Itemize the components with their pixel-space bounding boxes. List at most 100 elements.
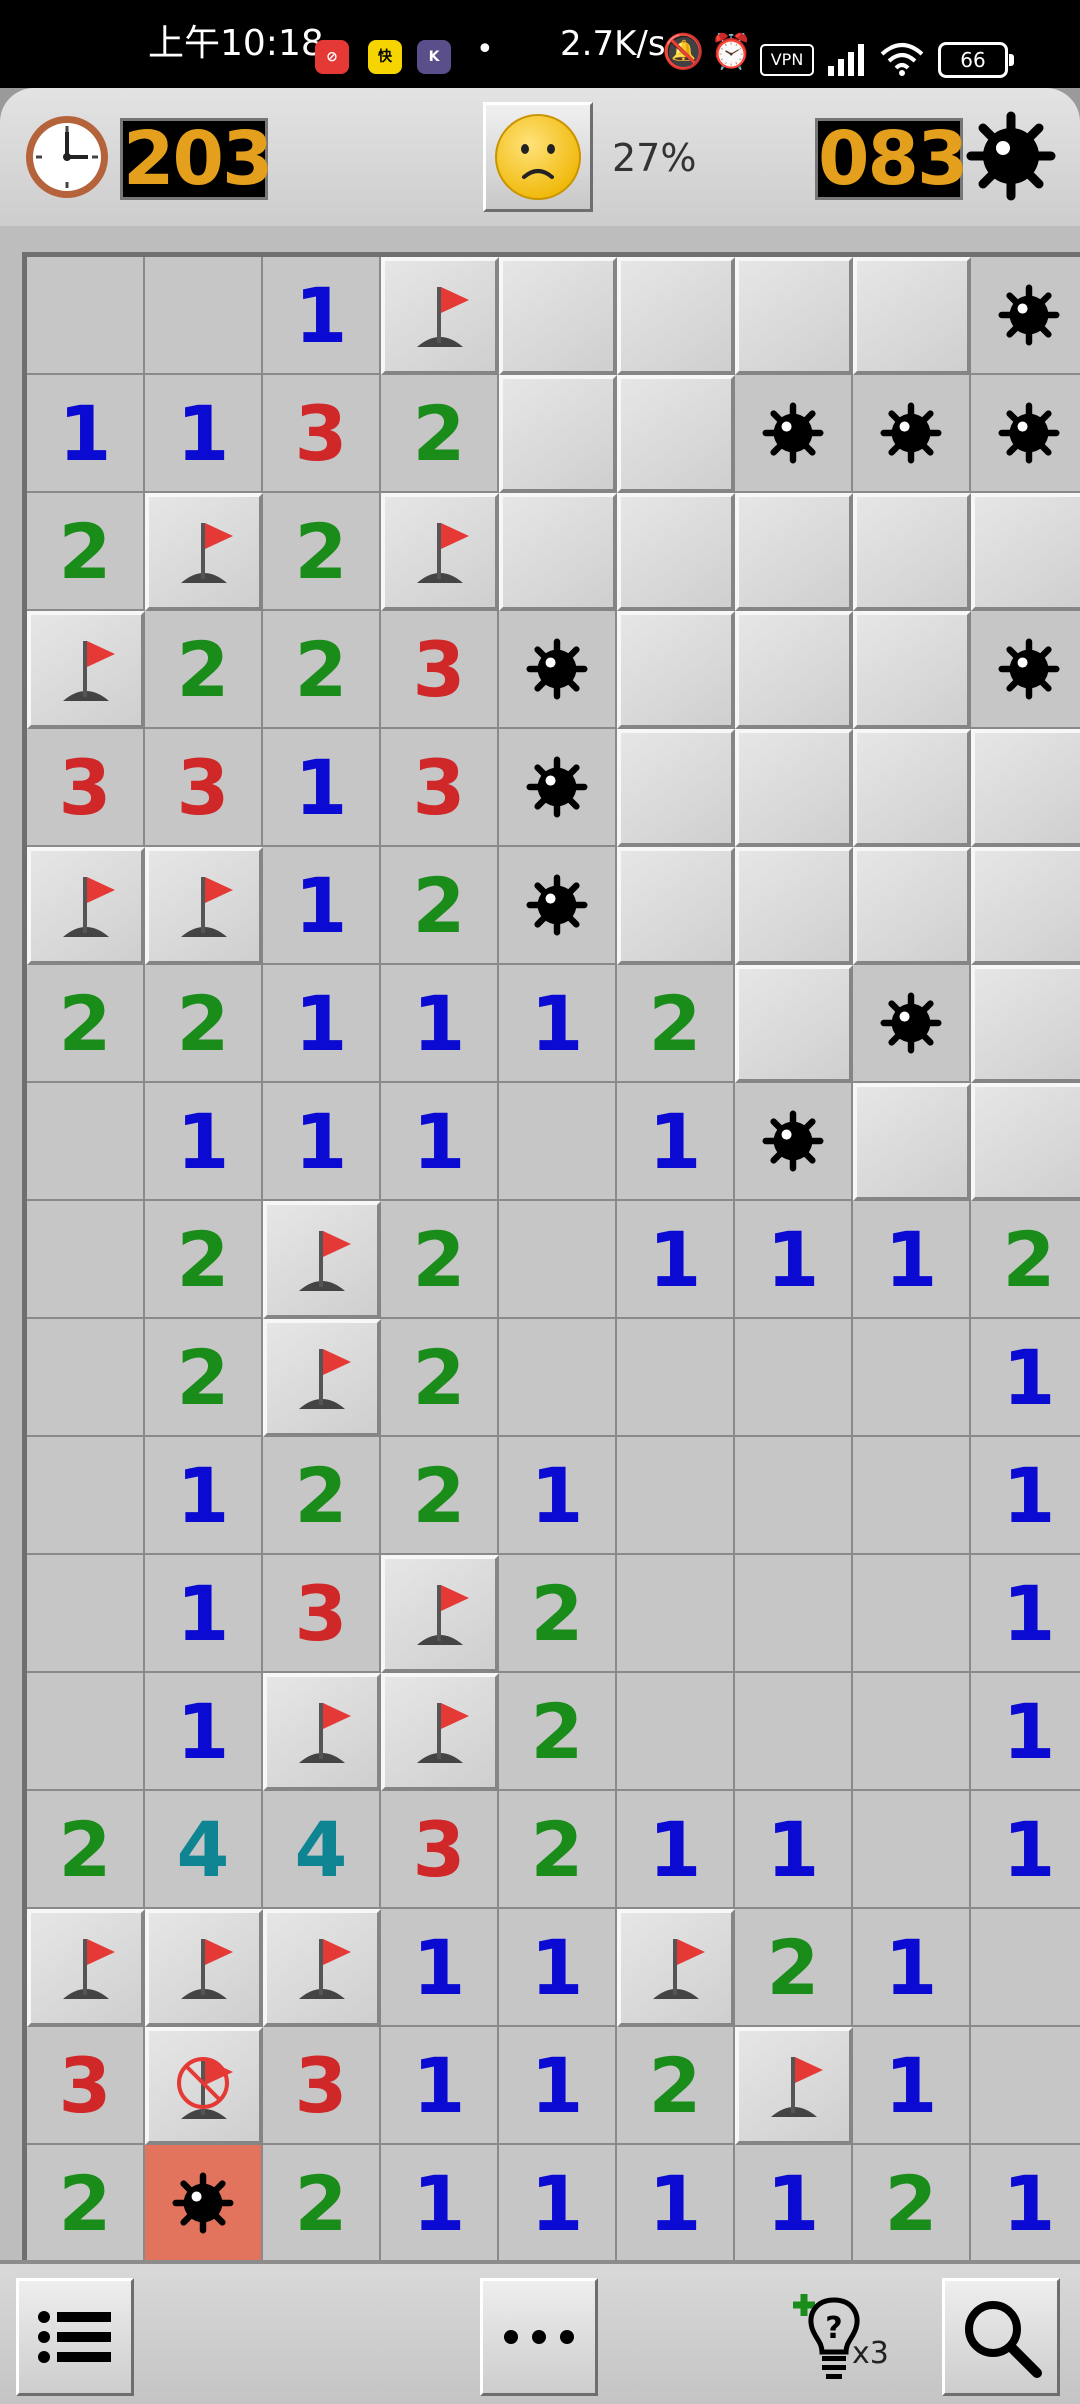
cell-number[interactable]: 1 [499, 1909, 617, 2027]
cell-number[interactable]: 2 [381, 1437, 499, 1555]
cell-number[interactable]: 1 [381, 2027, 499, 2145]
cell-number[interactable]: 2 [499, 1791, 617, 1909]
cell-unrevealed[interactable] [499, 493, 617, 611]
cell-flagged[interactable] [145, 493, 263, 611]
cell-number[interactable]: 1 [971, 1437, 1080, 1555]
cell-empty[interactable] [971, 1909, 1080, 2027]
cell-number[interactable]: 1 [263, 847, 381, 965]
cell-empty[interactable] [853, 1555, 971, 1673]
cell-flagged[interactable] [27, 1909, 145, 2027]
cell-exploded-mine[interactable] [145, 2145, 263, 2263]
cell-number[interactable]: 2 [617, 965, 735, 1083]
cell-unrevealed[interactable] [735, 611, 853, 729]
cell-number[interactable]: 1 [145, 1083, 263, 1201]
cell-number[interactable]: 1 [145, 1437, 263, 1555]
cell-unrevealed[interactable] [971, 965, 1080, 1083]
cell-number[interactable]: 2 [735, 1909, 853, 2027]
cell-number[interactable]: 3 [381, 729, 499, 847]
cell-unrevealed[interactable] [853, 1083, 971, 1201]
cell-number[interactable]: 1 [27, 375, 145, 493]
cell-unrevealed[interactable] [971, 1083, 1080, 1201]
cell-mine[interactable] [499, 847, 617, 965]
cell-number[interactable]: 2 [617, 2027, 735, 2145]
cell-unrevealed[interactable] [853, 257, 971, 375]
cell-mine[interactable] [735, 375, 853, 493]
cell-empty[interactable] [27, 1319, 145, 1437]
cell-unrevealed[interactable] [971, 493, 1080, 611]
cell-number[interactable]: 2 [971, 1201, 1080, 1319]
minefield-grid[interactable]: 1113222223331312221112111122111222112211… [22, 252, 1080, 2265]
cell-number[interactable]: 1 [263, 965, 381, 1083]
cell-number[interactable]: 1 [971, 2145, 1080, 2263]
cell-number[interactable]: 3 [263, 2027, 381, 2145]
cell-number[interactable]: 2 [381, 1319, 499, 1437]
cell-flagged[interactable] [27, 611, 145, 729]
cell-empty[interactable] [617, 1319, 735, 1437]
cell-empty[interactable] [145, 257, 263, 375]
cell-unrevealed[interactable] [499, 257, 617, 375]
cell-number[interactable]: 2 [853, 2145, 971, 2263]
cell-number[interactable]: 3 [145, 729, 263, 847]
cell-empty[interactable] [27, 1437, 145, 1555]
cell-number[interactable]: 3 [27, 2027, 145, 2145]
cell-number[interactable]: 3 [381, 611, 499, 729]
cell-unrevealed[interactable] [853, 493, 971, 611]
cell-unrevealed[interactable] [617, 493, 735, 611]
cell-empty[interactable] [617, 1437, 735, 1555]
cell-number[interactable]: 1 [735, 1791, 853, 1909]
cell-mine[interactable] [971, 257, 1080, 375]
cell-flagged[interactable] [617, 1909, 735, 2027]
cell-empty[interactable] [735, 1319, 853, 1437]
cell-number[interactable]: 1 [971, 1319, 1080, 1437]
face-restart-button[interactable] [483, 102, 593, 212]
cell-empty[interactable] [853, 1791, 971, 1909]
cell-empty[interactable] [499, 1083, 617, 1201]
cell-unrevealed[interactable] [617, 257, 735, 375]
cell-flagged[interactable] [145, 847, 263, 965]
cell-number[interactable]: 2 [381, 375, 499, 493]
cell-number[interactable]: 1 [263, 257, 381, 375]
cell-unrevealed[interactable] [617, 729, 735, 847]
cell-unrevealed[interactable] [617, 375, 735, 493]
cell-unrevealed[interactable] [617, 611, 735, 729]
cell-number[interactable]: 1 [381, 965, 499, 1083]
cell-empty[interactable] [27, 1673, 145, 1791]
cell-flagged[interactable] [27, 847, 145, 965]
cell-number[interactable]: 1 [971, 1791, 1080, 1909]
cell-number[interactable]: 1 [735, 1201, 853, 1319]
cell-unrevealed[interactable] [735, 965, 853, 1083]
cell-number[interactable]: 1 [145, 375, 263, 493]
cell-number[interactable]: 1 [853, 2027, 971, 2145]
hint-button[interactable]: ? [790, 2286, 910, 2396]
cell-number[interactable]: 1 [145, 1555, 263, 1673]
cell-flagged[interactable] [263, 1201, 381, 1319]
cell-number[interactable]: 3 [381, 1791, 499, 1909]
cell-unrevealed[interactable] [617, 847, 735, 965]
cell-unrevealed[interactable] [971, 847, 1080, 965]
cell-number[interactable]: 1 [971, 1555, 1080, 1673]
cell-flagged[interactable] [381, 493, 499, 611]
cell-number[interactable]: 3 [263, 375, 381, 493]
cell-unrevealed[interactable] [971, 729, 1080, 847]
cell-number[interactable]: 4 [145, 1791, 263, 1909]
cell-empty[interactable] [617, 1673, 735, 1791]
cell-number[interactable]: 4 [263, 1791, 381, 1909]
cell-number[interactable]: 1 [853, 1201, 971, 1319]
cell-number[interactable]: 3 [263, 1555, 381, 1673]
cell-empty[interactable] [27, 1083, 145, 1201]
cell-number[interactable]: 3 [27, 729, 145, 847]
cell-number[interactable]: 2 [263, 493, 381, 611]
cell-flagged[interactable] [381, 257, 499, 375]
cell-number[interactable]: 1 [617, 1201, 735, 1319]
cell-number[interactable]: 2 [499, 1673, 617, 1791]
cell-empty[interactable] [499, 1201, 617, 1319]
cell-unrevealed[interactable] [853, 611, 971, 729]
cell-unrevealed[interactable] [735, 847, 853, 965]
cell-number[interactable]: 1 [735, 2145, 853, 2263]
cell-number[interactable]: 2 [27, 1791, 145, 1909]
cell-empty[interactable] [27, 257, 145, 375]
cell-unrevealed[interactable] [853, 847, 971, 965]
cell-number[interactable]: 2 [381, 847, 499, 965]
cell-number[interactable]: 2 [263, 1437, 381, 1555]
cell-empty[interactable] [617, 1555, 735, 1673]
